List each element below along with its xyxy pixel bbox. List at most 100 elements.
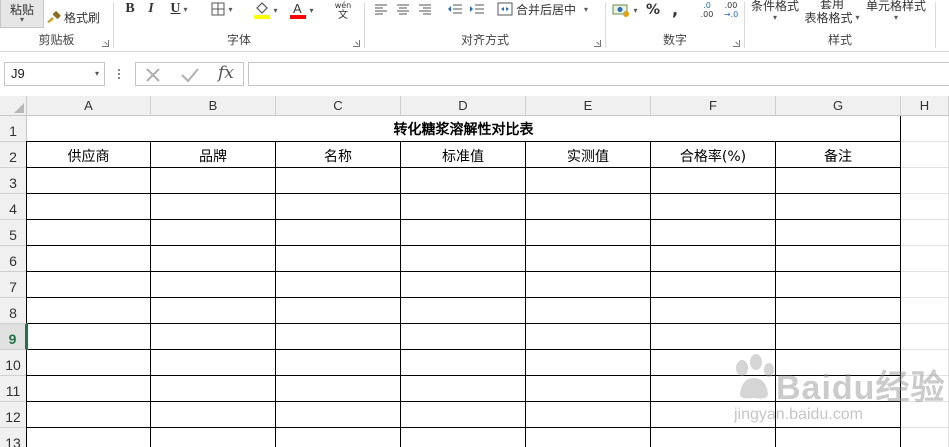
accounting-format-button[interactable]: ▾ bbox=[610, 0, 640, 20]
font-color-button[interactable]: A ▾ bbox=[286, 0, 318, 20]
grid-cell[interactable] bbox=[151, 272, 276, 298]
grid-cell[interactable] bbox=[401, 272, 526, 298]
grid-cell[interactable] bbox=[901, 220, 949, 246]
grid-cell[interactable] bbox=[151, 246, 276, 272]
grid-cell[interactable] bbox=[401, 246, 526, 272]
align-right-button[interactable] bbox=[415, 0, 435, 18]
grid-cell[interactable] bbox=[27, 350, 151, 376]
grid-cell[interactable] bbox=[901, 194, 949, 220]
table-header-cell[interactable]: 供应商 bbox=[27, 142, 151, 168]
grid-cell[interactable] bbox=[776, 298, 901, 324]
comma-button[interactable]: , bbox=[666, 0, 684, 19]
grid-cell[interactable] bbox=[901, 116, 949, 142]
grid-cell[interactable] bbox=[651, 350, 776, 376]
grid-cell[interactable] bbox=[901, 402, 949, 428]
column-header-e[interactable]: E bbox=[526, 96, 651, 116]
grid-cell[interactable] bbox=[151, 220, 276, 246]
percent-button[interactable]: % bbox=[644, 0, 662, 20]
name-box[interactable]: J9 ▾ bbox=[4, 62, 105, 86]
grid-cell[interactable] bbox=[276, 376, 401, 402]
grid-cell[interactable] bbox=[401, 298, 526, 324]
merge-center-button[interactable]: 合并后居中 ▾ bbox=[497, 0, 588, 18]
grid-cell[interactable] bbox=[276, 324, 401, 350]
grid-cell[interactable] bbox=[27, 402, 151, 428]
row-header-4[interactable]: 4 bbox=[0, 194, 27, 220]
table-header-cell[interactable]: 名称 bbox=[276, 142, 401, 168]
grid-cell[interactable] bbox=[27, 220, 151, 246]
grid-cell[interactable] bbox=[901, 428, 949, 447]
grid-cell[interactable] bbox=[151, 298, 276, 324]
grid-cell[interactable] bbox=[901, 168, 949, 194]
grid-cell[interactable] bbox=[27, 428, 151, 447]
grid-cell[interactable] bbox=[651, 220, 776, 246]
column-header-f[interactable]: F bbox=[651, 96, 776, 116]
row-header-6[interactable]: 6 bbox=[0, 246, 27, 272]
increase-decimal-button[interactable]: .0 .00 bbox=[696, 0, 718, 20]
column-header-d[interactable]: D bbox=[401, 96, 526, 116]
grid-cell[interactable] bbox=[27, 324, 151, 350]
bold-button[interactable]: B bbox=[120, 0, 140, 18]
cancel-icon[interactable] bbox=[144, 66, 162, 84]
grid-cell[interactable] bbox=[776, 220, 901, 246]
row-header-10[interactable]: 10 bbox=[0, 350, 27, 376]
format-painter-button[interactable]: 格式刷 bbox=[46, 8, 100, 26]
grid-cell[interactable] bbox=[151, 402, 276, 428]
grid-cell[interactable] bbox=[526, 298, 651, 324]
grid-cell[interactable] bbox=[151, 350, 276, 376]
decrease-decimal-button[interactable]: .00 →.0 bbox=[720, 0, 742, 20]
borders-button[interactable]: ▾ bbox=[206, 0, 238, 18]
alignment-launcher-icon[interactable] bbox=[594, 40, 601, 47]
chevron-down-icon[interactable]: ▾ bbox=[95, 69, 99, 78]
grid-cell[interactable] bbox=[151, 428, 276, 447]
grid-cell[interactable] bbox=[151, 194, 276, 220]
select-all-button[interactable] bbox=[0, 96, 27, 116]
grid-cell[interactable] bbox=[27, 272, 151, 298]
grid-cell[interactable] bbox=[401, 220, 526, 246]
formula-bar-grip-icon[interactable] bbox=[114, 64, 124, 84]
grid-cell[interactable] bbox=[276, 194, 401, 220]
grid-cell[interactable] bbox=[776, 272, 901, 298]
grid-cell[interactable] bbox=[526, 376, 651, 402]
align-left-button[interactable] bbox=[371, 0, 391, 18]
grid-cell[interactable] bbox=[651, 298, 776, 324]
grid-cell[interactable] bbox=[276, 246, 401, 272]
column-header-b[interactable]: B bbox=[151, 96, 276, 116]
grid-cell[interactable] bbox=[276, 428, 401, 447]
align-center-button[interactable] bbox=[393, 0, 413, 18]
grid-cell[interactable] bbox=[651, 168, 776, 194]
grid-cell[interactable] bbox=[901, 350, 949, 376]
row-header-9[interactable]: 9 bbox=[0, 324, 27, 350]
phonetic-button[interactable]: wén 文 bbox=[328, 0, 358, 22]
sheet-title[interactable]: 转化糖浆溶解性对比表 bbox=[27, 116, 901, 142]
cell-styles-button[interactable]: 单元格样式 ▾ bbox=[863, 0, 929, 26]
grid-cell[interactable] bbox=[401, 402, 526, 428]
grid-cell[interactable] bbox=[151, 168, 276, 194]
grid-cell[interactable] bbox=[901, 272, 949, 298]
grid-cell[interactable] bbox=[526, 402, 651, 428]
grid-cell[interactable] bbox=[401, 428, 526, 447]
grid-cell[interactable] bbox=[526, 168, 651, 194]
grid-cell[interactable] bbox=[401, 324, 526, 350]
row-header-3[interactable]: 3 bbox=[0, 168, 27, 194]
row-header-5[interactable]: 5 bbox=[0, 220, 27, 246]
grid-cell[interactable] bbox=[401, 194, 526, 220]
grid-cell[interactable] bbox=[276, 402, 401, 428]
grid-cell[interactable] bbox=[526, 350, 651, 376]
grid-cell[interactable] bbox=[651, 324, 776, 350]
grid-cell[interactable] bbox=[776, 376, 901, 402]
table-header-cell[interactable]: 标准值 bbox=[401, 142, 526, 168]
column-header-a[interactable]: A bbox=[27, 96, 151, 116]
grid-cell[interactable] bbox=[776, 350, 901, 376]
grid-cell[interactable] bbox=[776, 194, 901, 220]
format-as-table-button[interactable]: 套用 表格格式 ▾ bbox=[801, 0, 863, 26]
grid-cell[interactable] bbox=[151, 376, 276, 402]
grid-cell[interactable] bbox=[651, 246, 776, 272]
enter-check-icon[interactable] bbox=[180, 66, 200, 84]
increase-indent-button[interactable] bbox=[467, 0, 487, 18]
grid-cell[interactable] bbox=[776, 324, 901, 350]
grid-cell[interactable] bbox=[776, 428, 901, 447]
grid-cell[interactable] bbox=[901, 324, 949, 350]
table-header-cell[interactable]: 备注 bbox=[776, 142, 901, 168]
grid-cell[interactable] bbox=[651, 428, 776, 447]
grid-cell[interactable] bbox=[526, 246, 651, 272]
